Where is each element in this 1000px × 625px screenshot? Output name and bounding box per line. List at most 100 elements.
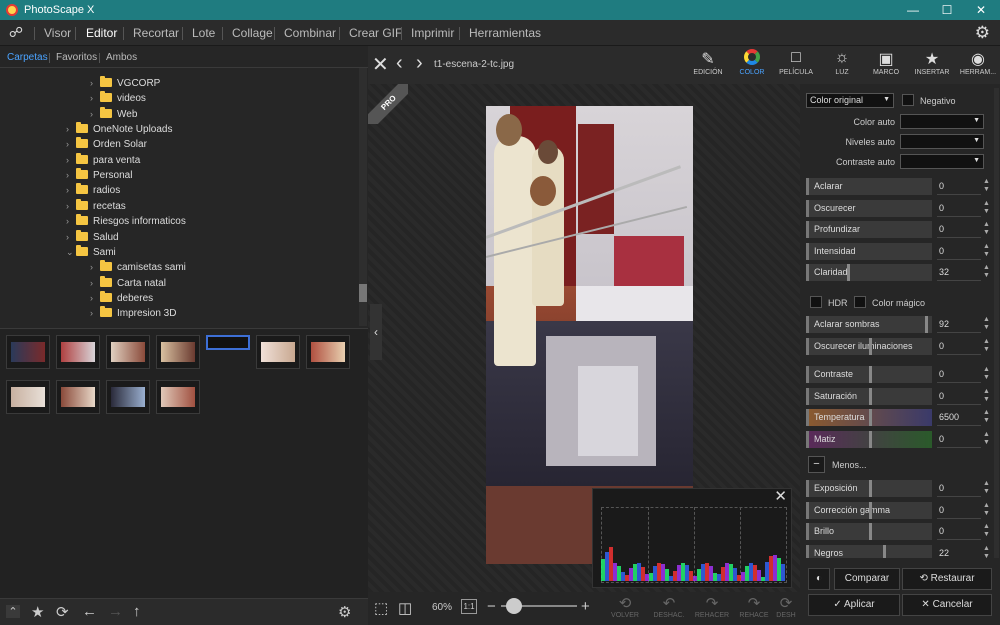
thumbnail[interactable] [56,335,100,369]
thumbnail[interactable] [6,380,50,414]
folder-tree-item[interactable]: › videos [90,91,146,108]
color-auto-select[interactable]: ▼ [900,114,984,129]
chevron-right-icon[interactable]: › [66,185,76,195]
redo-all-button[interactable]: ↷ REHACE [733,592,775,625]
folder-tree-item[interactable]: › Impresion 3D [90,306,176,323]
magic-color-checkbox[interactable] [854,296,866,308]
slider-marker[interactable] [869,337,872,355]
menu-crear-gif[interactable]: Crear GIF [349,20,402,46]
menu-editor[interactable]: Editor [86,20,117,46]
tool-pelicula[interactable]: □ PELÍCULA [774,46,818,84]
menu-lote[interactable]: Lote [192,20,215,46]
menu-collage[interactable]: Collage [232,20,273,46]
redo-button[interactable]: ↷ REHACER [691,592,733,625]
close-image-icon[interactable]: ✕ [372,52,389,77]
tab-favoritos[interactable]: Favoritos [56,52,97,63]
refresh-icon[interactable]: ⟳ [56,603,69,621]
slider-marker[interactable] [869,501,872,519]
panel-scrollbar[interactable] [994,88,999,558]
app-logo-icon[interactable]: ☍ [6,24,26,42]
cancel-button[interactable]: ✕ Cancelar [902,594,992,616]
less-toggle-button[interactable]: − [808,456,825,473]
adjust-slider[interactable]: Corrección gamma [806,501,932,519]
star-icon[interactable]: ★ [31,603,44,621]
folder-tree-item[interactable]: › Riesgos informaticos [66,214,186,231]
adjust-slider[interactable]: Temperatura [806,409,932,426]
tool-marco[interactable]: ▣ MARCO [864,46,908,84]
chevron-right-icon[interactable]: › [90,78,100,88]
thumbnail[interactable] [256,335,300,369]
spinner-arrows-icon[interactable]: ▲ ▼ [983,338,990,354]
thumbnail[interactable] [106,335,150,369]
menu-recortar[interactable]: Recortar [133,20,179,46]
spinner-arrows-icon[interactable]: ▲ ▼ [983,409,990,425]
crop-select-icon[interactable]: ⬚ [374,599,388,617]
spinner-arrows-icon[interactable]: ▲ ▼ [983,200,990,216]
previous-image-icon[interactable]: ‹ [396,52,403,75]
zoom-in-icon[interactable]: + [581,598,590,615]
adjust-value-field[interactable]: 0 [937,480,981,497]
folder-tree-item[interactable]: › OneNote Uploads [66,122,173,139]
zoom-out-icon[interactable]: − [487,598,496,615]
adjust-slider[interactable]: Intensidad [806,242,932,260]
menu-visor[interactable]: Visor [44,20,71,46]
adjust-value-field[interactable]: 0 [937,338,981,355]
adjust-value-field[interactable]: 22 [937,545,981,559]
adjust-slider[interactable]: Exposición [806,480,932,497]
tree-scrollbar-thumb[interactable] [359,284,367,302]
spinner-arrows-icon[interactable]: ▲ ▼ [983,523,990,539]
adjust-slider[interactable]: Contraste [806,366,932,383]
adjust-slider[interactable]: Matiz [806,430,932,448]
spinner-arrows-icon[interactable]: ▲ ▼ [983,178,990,194]
menu-imprimir[interactable]: Imprimir [411,20,454,46]
forward-arrow-icon[interactable]: → [108,603,123,620]
slider-marker[interactable] [925,316,928,333]
adjust-value-field[interactable]: 0 [937,502,981,519]
thumbnail[interactable] [156,380,200,414]
tool-herramientas[interactable]: ◉ HERRAM... [956,46,1000,84]
spinner-arrows-icon[interactable]: ▲ ▼ [983,431,990,447]
adjust-value-field[interactable]: 0 [937,431,981,448]
folder-tree-item[interactable]: › Web [90,106,137,124]
adjust-slider[interactable]: Brillo [806,523,932,540]
adjust-slider[interactable]: Oscurecer iluminaciones [806,337,932,355]
collapse-up-icon[interactable]: ⌃ [6,605,20,618]
tool-insertar[interactable]: ★ INSERTAR [910,46,954,84]
chevron-right-icon[interactable]: › [90,93,100,103]
hdr-checkbox[interactable] [810,296,822,308]
adjust-slider[interactable]: Claridad [806,264,932,281]
chevron-down-icon[interactable]: ⌄ [66,247,76,258]
restore-button[interactable]: ⟲ Restaurar [902,568,992,590]
folder-tree-item[interactable]: › Salud [66,229,119,247]
slider-marker[interactable] [869,480,872,497]
thumbnail[interactable] [56,380,100,414]
spinner-arrows-icon[interactable]: ▲ ▼ [983,388,990,404]
adjust-slider[interactable]: Negros [806,544,932,558]
adjust-slider[interactable]: Saturación [806,387,932,405]
folder-tree-item[interactable]: ⌄ Sami [66,244,116,262]
tab-ambos[interactable]: Ambos [106,52,137,63]
up-arrow-icon[interactable]: ↑ [133,603,141,620]
split-view-icon[interactable]: ◫ [398,599,412,617]
thumbnail[interactable] [206,335,250,350]
undo-button[interactable]: ↶ DESHAC. [648,592,690,625]
next-image-icon[interactable]: › [416,52,423,75]
folder-settings-gear-icon[interactable]: ⚙ [338,603,351,621]
menu-combinar[interactable]: Combinar [284,20,336,46]
contrast-auto-select[interactable]: ▼ [900,154,984,169]
compare-button[interactable]: Comparar [834,568,900,590]
actual-size-button[interactable]: 1:1 [461,599,477,614]
adjust-slider[interactable]: Aclarar sombras [806,316,932,333]
spinner-arrows-icon[interactable]: ▲ ▼ [983,480,990,496]
revert-button[interactable]: ⟲ VOLVER [604,592,646,625]
color-mode-select[interactable]: Color original ▼ [806,93,894,108]
folder-tree-item[interactable]: › recetas [66,198,126,216]
adjust-value-field[interactable]: 0 [937,388,981,405]
adjust-value-field[interactable]: 0 [937,366,981,383]
chevron-right-icon[interactable]: › [90,278,100,288]
chevron-right-icon[interactable]: › [66,201,76,211]
slider-marker[interactable] [883,544,886,558]
zoom-slider-knob[interactable] [506,598,522,614]
chevron-right-icon[interactable]: › [66,232,76,242]
negative-checkbox[interactable] [902,94,914,106]
